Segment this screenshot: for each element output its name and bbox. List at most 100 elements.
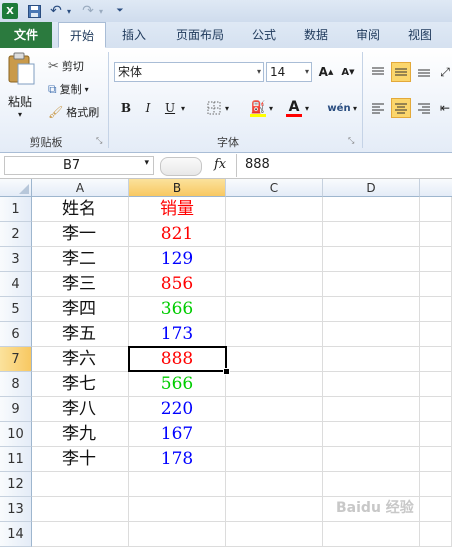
shrink-font-icon[interactable]: A ▼ xyxy=(338,62,358,82)
tab-data[interactable]: 数据 xyxy=(294,22,338,48)
cell-a[interactable] xyxy=(32,472,129,497)
row-header[interactable]: 1 xyxy=(0,197,32,222)
cell-empty[interactable] xyxy=(226,197,323,222)
italic-button[interactable]: I xyxy=(138,98,158,118)
fill-handle[interactable] xyxy=(223,368,230,375)
row-header[interactable]: 10 xyxy=(0,422,32,447)
align-middle-icon[interactable] xyxy=(391,62,411,82)
cell-empty[interactable] xyxy=(420,197,452,222)
font-size-select[interactable]: 14 ▾ xyxy=(266,62,312,82)
tab-view[interactable]: 视图 xyxy=(398,22,442,48)
cell-b[interactable]: 173 xyxy=(129,322,226,347)
cell-b[interactable]: 366 xyxy=(129,297,226,322)
font-color-icon[interactable]: A xyxy=(284,98,304,118)
cell-b[interactable]: 821 xyxy=(129,222,226,247)
cell-empty[interactable] xyxy=(420,272,452,297)
column-header-b[interactable]: B xyxy=(129,179,226,197)
cell-empty[interactable] xyxy=(420,397,452,422)
cell-empty[interactable] xyxy=(420,297,452,322)
cell-a[interactable]: 李五 xyxy=(32,322,129,347)
row-header[interactable]: 12 xyxy=(0,472,32,497)
cell-b[interactable]: 220 xyxy=(129,397,226,422)
cell-empty[interactable] xyxy=(226,497,323,522)
row-header[interactable]: 13 xyxy=(0,497,32,522)
cell-b[interactable] xyxy=(129,522,226,547)
cell-a[interactable]: 李四 xyxy=(32,297,129,322)
indent-icon[interactable]: ⇤ xyxy=(438,98,452,118)
cell-empty[interactable] xyxy=(226,322,323,347)
paste-button[interactable]: 粘贴 ▾ xyxy=(6,52,38,128)
select-all-corner[interactable] xyxy=(0,179,32,197)
cell-a[interactable]: 李十 xyxy=(32,447,129,472)
cell-empty[interactable] xyxy=(420,447,452,472)
cell-b[interactable]: 856 xyxy=(129,272,226,297)
cell-a[interactable]: 李七 xyxy=(32,372,129,397)
cell-b[interactable] xyxy=(129,472,226,497)
cell-empty[interactable] xyxy=(323,197,420,222)
cell-empty[interactable] xyxy=(323,372,420,397)
fill-color-icon[interactable]: ⛽ xyxy=(248,98,268,118)
fill-color-dropdown-icon[interactable]: ▾ xyxy=(266,98,276,118)
cell-empty[interactable] xyxy=(226,297,323,322)
tab-formulas[interactable]: 公式 xyxy=(242,22,286,48)
row-header[interactable]: 11 xyxy=(0,447,32,472)
cell-b[interactable]: 129 xyxy=(129,247,226,272)
row-header[interactable]: 4 xyxy=(0,272,32,297)
cell-a[interactable]: 姓名 xyxy=(32,197,129,222)
cell-empty[interactable] xyxy=(420,497,452,522)
cell-b[interactable]: 销量 xyxy=(129,197,226,222)
cell-b[interactable]: 888 xyxy=(129,347,226,372)
cell-a[interactable]: 李三 xyxy=(32,272,129,297)
cell-a[interactable] xyxy=(32,497,129,522)
cell-a[interactable] xyxy=(32,522,129,547)
undo-icon[interactable]: ↶ xyxy=(48,3,64,19)
phonetic-guide-icon[interactable]: wén xyxy=(326,98,352,118)
column-header-a[interactable]: A xyxy=(32,179,129,197)
formula-bar-splitter[interactable] xyxy=(160,157,202,176)
cell-empty[interactable] xyxy=(226,347,323,372)
cell-empty[interactable] xyxy=(226,522,323,547)
font-color-dropdown-icon[interactable]: ▾ xyxy=(302,98,312,118)
tab-review[interactable]: 审阅 xyxy=(346,22,390,48)
row-header[interactable]: 7 xyxy=(0,347,32,372)
cell-empty[interactable] xyxy=(323,397,420,422)
cell-b[interactable]: 566 xyxy=(129,372,226,397)
customize-toolbar-icon[interactable]: ⏷ xyxy=(114,3,126,19)
column-header-c[interactable]: C xyxy=(226,179,323,197)
cell-a[interactable]: 李九 xyxy=(32,422,129,447)
cell-empty[interactable] xyxy=(226,372,323,397)
align-center-icon[interactable] xyxy=(391,98,411,118)
cell-empty[interactable] xyxy=(226,397,323,422)
cell-empty[interactable] xyxy=(226,472,323,497)
font-launcher-icon[interactable]: ⤡ xyxy=(348,136,354,146)
borders-dropdown-icon[interactable]: ▾ xyxy=(222,98,232,118)
align-left-icon[interactable] xyxy=(368,98,388,118)
name-box-dropdown-icon[interactable]: ▾ xyxy=(144,158,149,168)
cell-empty[interactable] xyxy=(420,522,452,547)
cell-empty[interactable] xyxy=(323,522,420,547)
row-header[interactable]: 2 xyxy=(0,222,32,247)
cell-b[interactable]: 178 xyxy=(129,447,226,472)
column-header-e[interactable] xyxy=(420,179,452,197)
underline-dropdown-icon[interactable]: ▾ xyxy=(178,98,188,118)
name-box[interactable]: B7 ▾ xyxy=(4,156,154,175)
cell-b[interactable]: 167 xyxy=(129,422,226,447)
cell-empty[interactable] xyxy=(323,322,420,347)
phonetic-dropdown-icon[interactable]: ▾ xyxy=(350,98,360,118)
cell-empty[interactable] xyxy=(420,247,452,272)
cell-empty[interactable] xyxy=(323,447,420,472)
undo-dropdown-icon[interactable]: ▾ xyxy=(64,3,74,19)
cell-empty[interactable] xyxy=(420,347,452,372)
formula-input[interactable]: 888 xyxy=(236,154,452,177)
cell-empty[interactable] xyxy=(226,247,323,272)
cell-empty[interactable] xyxy=(226,272,323,297)
cell-b[interactable] xyxy=(129,497,226,522)
cell-empty[interactable] xyxy=(420,472,452,497)
clipboard-launcher-icon[interactable]: ⤡ xyxy=(96,136,102,146)
cell-empty[interactable] xyxy=(323,222,420,247)
save-icon[interactable] xyxy=(26,3,42,19)
cell-a[interactable]: 李八 xyxy=(32,397,129,422)
font-name-select[interactable]: 宋体 ▾ xyxy=(114,62,264,82)
cell-a[interactable]: 李二 xyxy=(32,247,129,272)
cell-empty[interactable] xyxy=(323,347,420,372)
